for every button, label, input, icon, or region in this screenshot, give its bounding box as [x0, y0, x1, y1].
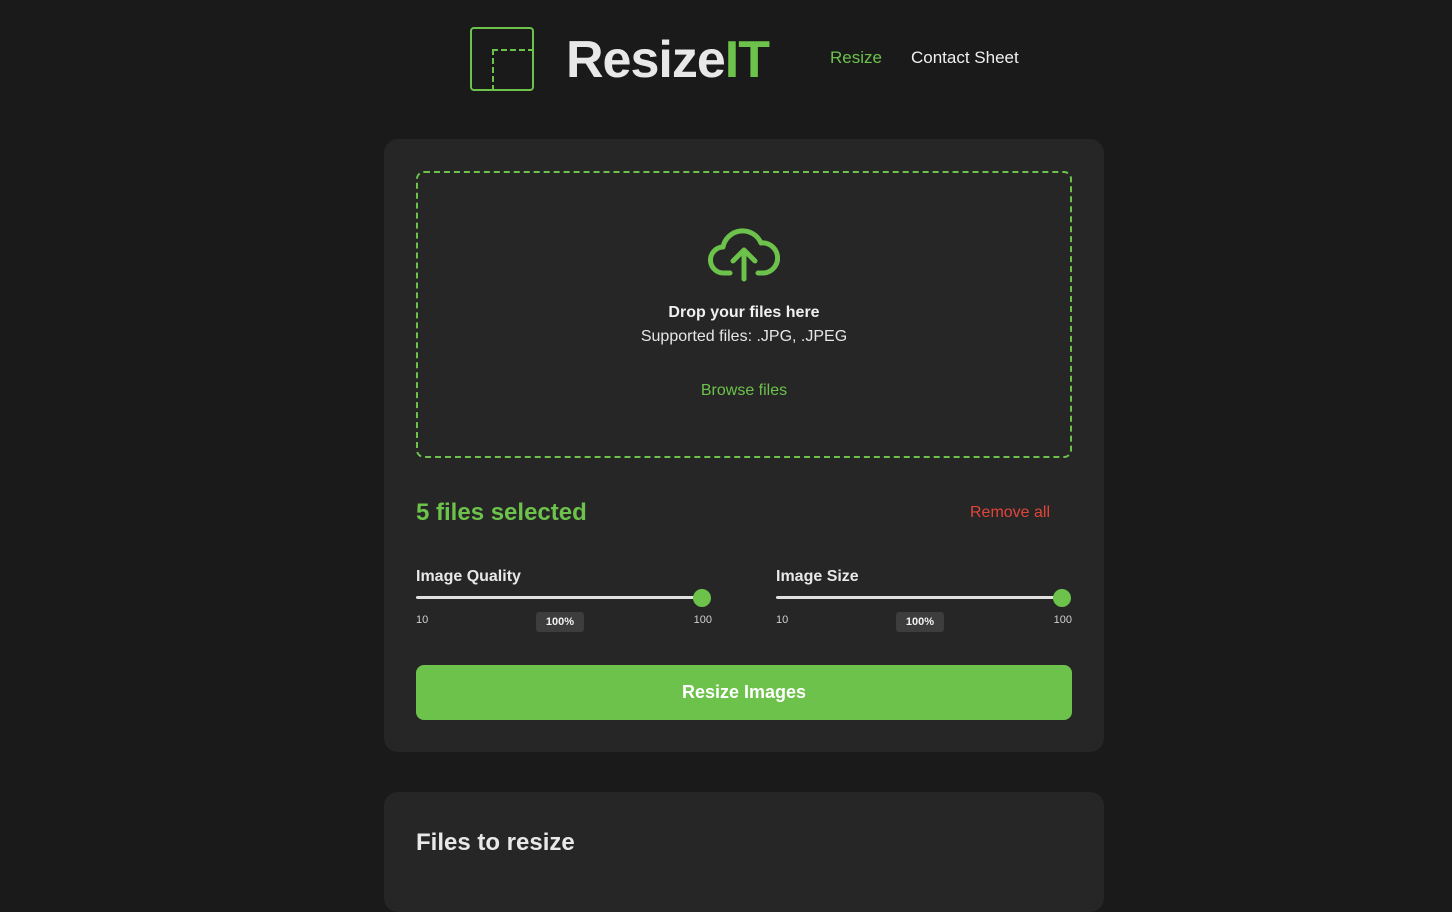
- image-size-max: 100: [1053, 614, 1072, 626]
- nav-link-resize[interactable]: Resize: [830, 48, 882, 68]
- browse-files-button[interactable]: Browse files: [694, 381, 794, 401]
- upload-card: Drop your files here Supported files: .J…: [384, 139, 1104, 752]
- image-size-slider-group: Image Size 10 100% 100: [776, 567, 1072, 637]
- resize-images-button[interactable]: Resize Images: [416, 665, 1072, 720]
- dropzone-title: Drop your files here: [668, 304, 820, 321]
- cloud-upload-icon: [708, 228, 780, 282]
- image-size-thumb[interactable]: [1053, 589, 1071, 607]
- image-size-min: 10: [776, 614, 789, 626]
- files-selected-count: 5 files selected: [416, 499, 587, 526]
- image-quality-track[interactable]: [416, 596, 702, 599]
- remove-all-button[interactable]: Remove all: [970, 503, 1050, 523]
- image-quality-slider-group: Image Quality 10 100% 100: [416, 567, 712, 637]
- image-quality-thumb[interactable]: [693, 589, 711, 607]
- brand-name-accent: IT: [724, 31, 770, 89]
- file-dropzone[interactable]: Drop your files here Supported files: .J…: [416, 171, 1072, 458]
- files-to-resize-title: Files to resize: [416, 829, 575, 856]
- files-to-resize-card: Files to resize: [384, 792, 1104, 912]
- logo-icon[interactable]: [470, 27, 534, 91]
- brand-title[interactable]: ResizeIT: [566, 30, 770, 90]
- image-size-track[interactable]: [776, 596, 1062, 599]
- dropzone-supported-files: Supported files: .JPG, .JPEG: [640, 328, 848, 345]
- image-quality-label: Image Quality: [416, 568, 521, 585]
- image-quality-value-badge: 100%: [536, 612, 584, 632]
- image-quality-min: 10: [416, 614, 429, 626]
- brand-name-main: Resize: [566, 31, 726, 89]
- header: ResizeIT Resize Contact Sheet: [0, 0, 1452, 118]
- image-size-value-badge: 100%: [896, 612, 944, 632]
- image-size-label: Image Size: [776, 568, 859, 585]
- nav-link-contact-sheet[interactable]: Contact Sheet: [911, 48, 1019, 68]
- image-quality-max: 100: [693, 614, 712, 626]
- logo-inner-frame: [492, 49, 534, 91]
